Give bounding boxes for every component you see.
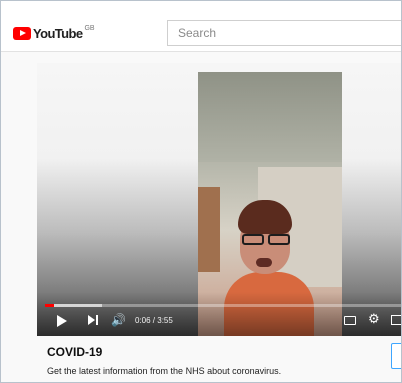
gear-icon[interactable]: ⚙ [368,312,380,326]
progress-bar[interactable] [45,304,401,307]
search-box[interactable] [167,20,401,46]
played-bar [45,304,55,307]
person-hair [238,200,292,234]
info-panel-title: COVID-19 [47,345,103,359]
youtube-play-logo-icon [13,26,31,40]
controls-gradient [37,292,401,336]
person-mouth [256,258,272,267]
logo-text: YouTube [33,25,83,41]
video-player[interactable]: 🔊 0:06 / 3:55 ⚙ [37,63,401,336]
person-glasses [238,234,294,246]
next-icon[interactable] [88,315,100,327]
video-ceiling [198,72,342,162]
masthead: YouTube GB [1,1,401,52]
covid-info-panel: COVID-19 Get the latest information from… [37,336,401,382]
youtube-logo[interactable]: YouTube GB [13,24,95,41]
browser-frame: YouTube GB � [0,0,402,383]
info-panel-text: Get the latest information from the NHS … [47,366,282,376]
search-input[interactable] [168,21,401,45]
volume-icon[interactable]: 🔊 [111,314,126,326]
video-door [198,187,220,272]
miniplayer-icon[interactable] [391,315,401,325]
region-code: GB [84,24,95,32]
play-icon[interactable] [57,315,67,327]
info-panel-link-button[interactable] [391,343,401,369]
time-display: 0:06 / 3:55 [135,316,173,325]
subtitles-icon[interactable] [344,316,356,325]
